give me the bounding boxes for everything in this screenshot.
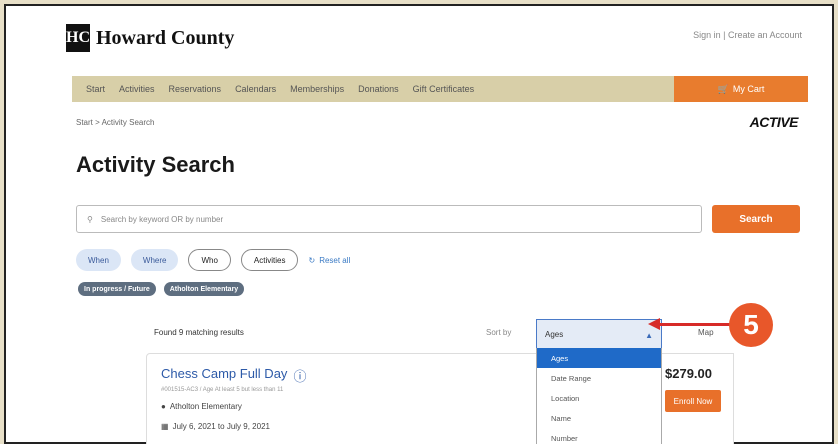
sort-dropdown-list: Ages Date Range Location Name Number [536,348,662,444]
filter-where[interactable]: Where [130,249,179,271]
nav-item-activities[interactable]: Activities [119,84,155,94]
annotation-arrow [658,323,732,326]
activity-title-text: Chess Camp Full Day [161,366,288,381]
refresh-icon: ↻ [308,255,316,265]
nav-item-donations[interactable]: Donations [358,84,399,94]
filter-activities[interactable]: Activities [240,249,299,271]
step-number-badge: 5 [729,303,773,347]
map-link[interactable]: Map [698,328,714,337]
search-icon: ⚲ [87,214,93,224]
county-seal-icon: HC [66,24,90,52]
cart-label: My Cart [732,84,765,94]
date-text: July 6, 2021 to July 9, 2021 [172,422,270,431]
results-count: Found 9 matching results [154,328,244,337]
sort-by-label: Sort by [486,328,512,337]
location-text: Atholton Elementary [169,402,242,411]
nav-item-memberships[interactable]: Memberships [290,84,344,94]
nav-item-gift-certificates[interactable]: Gift Certificates [413,84,475,94]
sort-option-ages[interactable]: Ages [537,348,661,368]
filter-who[interactable]: Who [188,249,231,271]
browser-frame: HC Howard County Sign in | Create an Acc… [4,4,834,444]
sort-option-location[interactable]: Location [537,388,661,408]
account-links[interactable]: Sign in | Create an Account [693,30,802,40]
sort-option-name[interactable]: Name [537,408,661,428]
calendar-icon: ▦ [161,422,169,431]
reset-all-link[interactable]: ↻ Reset all [308,256,350,265]
activity-title[interactable]: Chess Camp Full Day ⓘ [161,366,306,385]
activity-price: $279.00 [665,366,712,381]
my-cart-button[interactable]: 🛒 My Cart [674,76,808,102]
tag-location[interactable]: Atholton Elementary [163,282,245,296]
nav-item-calendars[interactable]: Calendars [235,84,276,94]
activity-meta: #001515-AC3 / Age At least 5 but less th… [161,387,284,393]
active-filter-tags: In progress / Future Atholton Elementary [78,282,245,296]
sort-option-number[interactable]: Number [537,428,661,444]
search-button[interactable]: Search [712,205,800,233]
page-title: Activity Search [76,152,235,177]
activity-location: ● Atholton Elementary [161,402,242,411]
activity-date: ▦ July 6, 2021 to July 9, 2021 [161,422,270,431]
enroll-now-button[interactable]: Enroll Now [665,390,721,412]
info-icon[interactable]: ⓘ [293,366,306,385]
nav-item-start[interactable]: Start [86,84,105,94]
filter-bar: When Where Who Activities ↻ Reset all [76,249,350,271]
location-pin-icon: ● [161,402,166,411]
logo-text: Howard County [96,26,235,49]
annotation-arrow-head [648,318,660,330]
active-network-logo: ACTIVE [749,114,799,130]
reset-label: Reset all [319,255,351,265]
chevron-up-icon: ▲ [645,331,653,340]
filter-when[interactable]: When [76,249,121,271]
cart-icon: 🛒 [717,83,729,94]
sort-select[interactable]: Ages ▲ [536,319,662,349]
search-input[interactable]: ⚲ Search by keyword OR by number [76,205,702,233]
site-logo[interactable]: HC Howard County [66,24,234,52]
tag-in-progress[interactable]: In progress / Future [78,282,156,296]
main-nav: Start Activities Reservations Calendars … [72,76,808,102]
sort-option-date-range[interactable]: Date Range [537,368,661,388]
search-placeholder: Search by keyword OR by number [100,214,224,224]
sort-selected-value: Ages [545,329,564,339]
breadcrumb[interactable]: Start > Activity Search [76,118,154,127]
nav-item-reservations[interactable]: Reservations [169,84,222,94]
